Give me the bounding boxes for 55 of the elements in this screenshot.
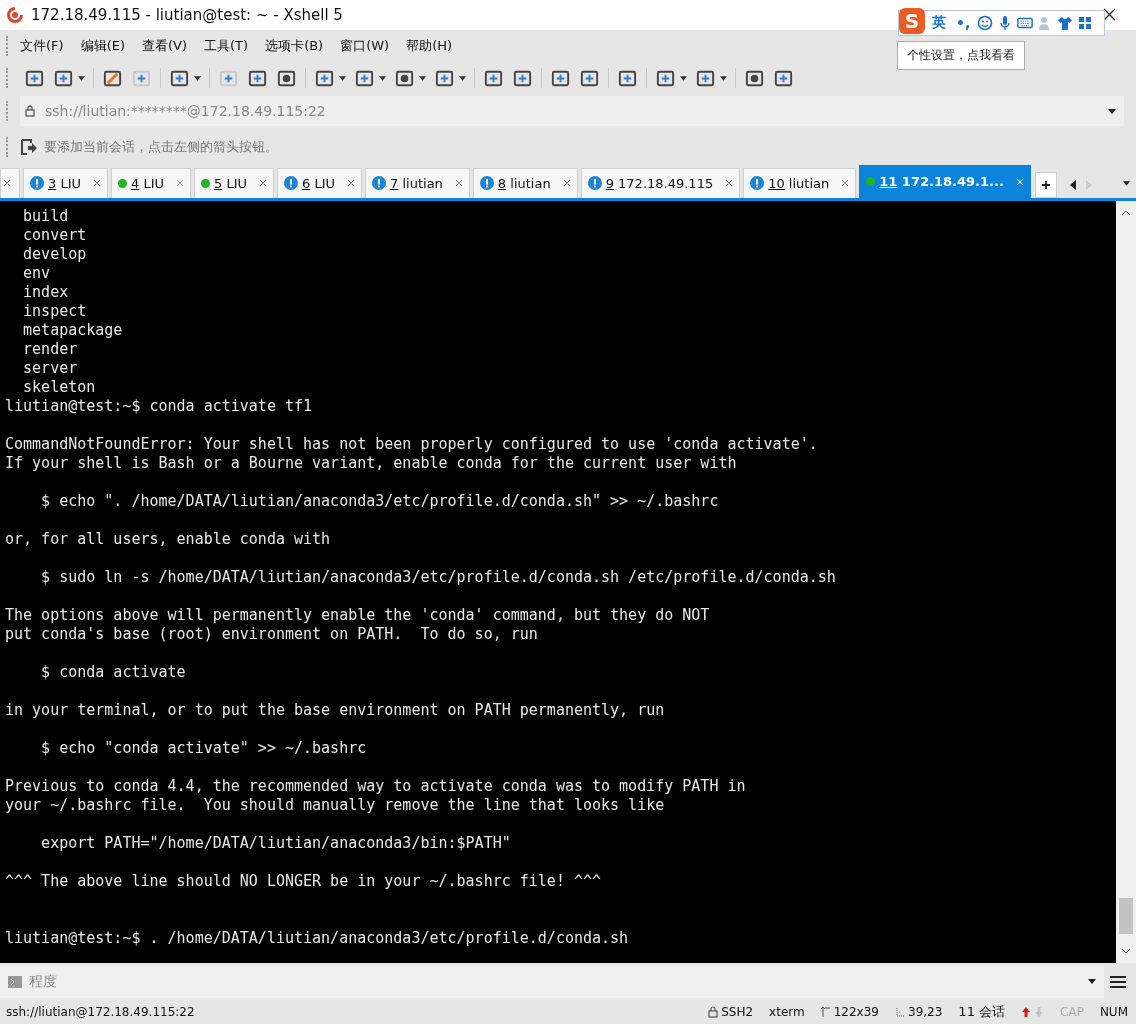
terminal-line: develop	[22, 244, 88, 264]
session-tab[interactable]: 4 LIU	[111, 167, 192, 198]
terminal-line: Previous to conda 4.4, the recommended way to activate conda was to modify PATH in	[5, 776, 747, 796]
terminal-line: put conda's base (root) environment on PATH. To do so, run	[5, 624, 539, 644]
terminal-line: liutian@test:~$ . /home/DATA/liutian/anaconda3/etc/profile.d/conda.sh	[5, 928, 630, 948]
session-count-text: 11 会话	[958, 1003, 1006, 1022]
terminal-line: build	[22, 206, 70, 226]
terminal-line: $ echo ". /home/DATA/liutian/anaconda3/etc/profile.d/conda.sh" >> ~/.bashrc	[40, 491, 720, 511]
session-tab[interactable]: 5 LIU	[194, 167, 275, 198]
protocol-text: SSH2	[721, 1005, 754, 1020]
terminal-line: ^^^ The above line should NO LONGER be in your ~/.bashrc file! ^^^	[5, 871, 603, 891]
terminal-line: env	[22, 263, 52, 283]
session-tab[interactable]: 7 liutian	[365, 167, 470, 198]
terminal-line: server	[22, 358, 79, 378]
terminal-line: your ~/.bashrc file. You should manually remove the line that looks like	[5, 795, 666, 815]
menu-item[interactable]: 查看(V)	[142, 36, 188, 55]
terminal-type-text: xterm	[769, 1005, 805, 1020]
terminal-line: $ sudo ln -s /home/DATA/liutian/anaconda3/etc/profile.d/conda.sh /etc/profile.d/conda.sh	[40, 567, 837, 587]
terminal-line: in your terminal, or to put the base environment on PATH permanently, run	[5, 700, 666, 720]
session-tab[interactable]: 11 172.18.49.1...	[859, 164, 1031, 198]
menu-item[interactable]: 窗口(W)	[340, 36, 390, 55]
menu-item[interactable]: 编辑(E)	[80, 36, 125, 55]
terminal-line: The options above will permanently enable the 'conda' command, but they do NOT	[5, 605, 711, 625]
terminal-line: $ conda activate	[40, 662, 187, 682]
session-tab[interactable]: 6 LIU	[277, 167, 363, 198]
hint-text: 要添加当前会话，点击左侧的箭头按钮。	[44, 137, 278, 156]
terminal-line: $ echo "conda activate" >> ~/.bashrc	[40, 738, 368, 758]
terminal-line: liutian@test:~$ conda activate tf1	[5, 396, 314, 416]
cursor-position-text: 39,23	[908, 1005, 943, 1020]
terminal-line: metapackage	[22, 320, 124, 340]
key-indicator: CAP	[1060, 1005, 1084, 1020]
terminal-line: or, for all users, enable conda with	[5, 529, 332, 549]
menu-item[interactable]: 工具(T)	[204, 36, 249, 55]
terminal-line: export PATH="/home/DATA/liutian/anaconda3/bin:$PATH"	[40, 833, 512, 853]
key-indicator: NUM	[1099, 1005, 1128, 1020]
terminal-line: CommandNotFoundError: Your shell has not been properly configured to use 'conda activate'.	[5, 434, 819, 454]
session-tab[interactable]: 3 LIU	[23, 167, 108, 198]
terminal-line: render	[22, 339, 79, 359]
terminal-line: index	[22, 282, 70, 302]
terminal-line: If your shell is Bash or a Bourne variant, enable conda for the current user with	[5, 453, 738, 473]
menu-item[interactable]: 选项卡(B)	[265, 36, 324, 55]
menu-item[interactable]: 帮助(H)	[406, 36, 453, 55]
session-tab[interactable]: 10 liutian	[743, 167, 857, 198]
ime-punctuation[interactable]: •,	[953, 15, 974, 31]
window-title: 172.18.49.115 - liutian@test: ~ - Xshell 5	[31, 6, 343, 24]
terminal-line: skeleton	[22, 377, 97, 397]
session-tab[interactable]: 9 172.18.49.115	[580, 167, 741, 198]
connection-text: ssh://liutian@172.18.49.115:22	[6, 1005, 195, 1020]
session-tab[interactable]: 8 liutian	[472, 167, 578, 198]
menu-item[interactable]: 文件(F)	[20, 36, 64, 55]
tooltip: 个性设置，点我看看	[897, 41, 1025, 70]
ime-mode[interactable]: 英	[929, 14, 949, 32]
terminal-line: inspect	[22, 301, 88, 321]
terminal-line: convert	[22, 225, 88, 245]
terminal-size-text: 122x39	[833, 1005, 879, 1020]
